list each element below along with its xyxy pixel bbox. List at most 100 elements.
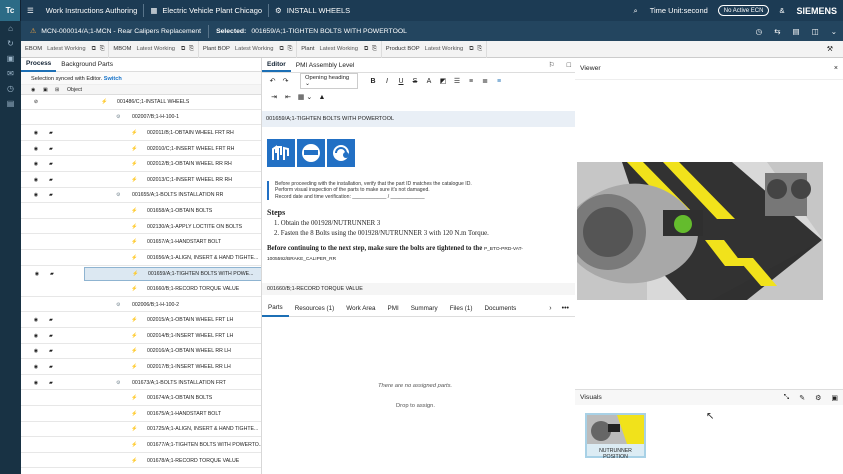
tree-row-label[interactable]: 001656/A;1-ALIGN, INSERT & HAND TIGHTE..… [147, 255, 258, 261]
tree-row[interactable]: ◉ ▰ ⚡ 002011/B;1-OBTAIN WHEEL FRT RH [21, 126, 261, 141]
step-1[interactable]: 1. Obtain the 001928/NUTRUNNER 3 [274, 220, 575, 227]
switch-link[interactable]: Switch [104, 76, 122, 82]
tree-row-label[interactable]: 001674/A;1-OBTAIN BOLTS [147, 395, 212, 401]
station-breadcrumb[interactable]: ⚙ INSTALL WHEELS [269, 0, 356, 21]
bom-chip-4[interactable]: Product BOP Latest Working ⧉ ⎘ [382, 40, 487, 58]
font-color-icon[interactable]: A [422, 78, 436, 85]
tool-icon[interactable]: ⚒ [827, 45, 833, 53]
bom-chip-1[interactable]: MBOM Latest Working ⧉ ⎘ [109, 40, 199, 58]
heading-select[interactable]: Opening heading ⌄ [300, 73, 358, 89]
copy-icon[interactable]: ⧉ [92, 46, 96, 53]
bom-chip-2[interactable]: Plant BOP Latest Working ⧉ ⎘ [199, 40, 298, 58]
save-visual-icon[interactable]: ▣ [831, 394, 838, 402]
tab-editor[interactable]: Editor [262, 58, 291, 72]
next-tab-icon[interactable]: › [549, 305, 551, 312]
app-title[interactable]: Work Instructions Authoring [40, 0, 144, 21]
tree-row[interactable]: ◉ ▰ ⚡ 002015/A;1-OBTAIN WHEEL FRT LH [21, 313, 261, 328]
time-unit[interactable]: Time Unit:second [644, 0, 714, 21]
chat-icon[interactable]: ◫ [806, 21, 825, 42]
flag-icon[interactable]: ▰ [46, 333, 56, 339]
tab-documents[interactable]: Documents [478, 301, 522, 317]
document-icon[interactable]: ▤ [0, 96, 21, 111]
tree-row-label[interactable]: 002012/B;1-OBTAIN WHEEL RR RH [147, 161, 232, 167]
more-icon[interactable]: ••• [562, 305, 569, 312]
folder-icon[interactable]: ▣ [0, 51, 21, 66]
bom-chip-3[interactable]: Plant Latest Working ⧉ ⎘ [297, 40, 382, 58]
tree-row-label[interactable]: 001659/A;1-TIGHTEN BOLTS WITH POWE... [148, 271, 253, 277]
flag-icon[interactable]: ▰ [46, 130, 56, 136]
undo-icon[interactable]: ↶ [266, 77, 279, 85]
flag-icon[interactable]: ▰ [46, 317, 56, 323]
continue-text[interactable]: Before continuing to the next step, make… [267, 244, 575, 264]
tree-row[interactable]: ◉ ▰ ⚡ 002010/C;1-INSERT WHEEL FRT RH [21, 142, 261, 157]
indent-icon[interactable]: ⇥ [267, 93, 281, 101]
dropdown-icon[interactable]: ⌄ [825, 21, 843, 42]
tree-row[interactable]: ⚡ 001660/B;1-RECORD TORQUE VALUE [21, 282, 261, 297]
history-icon[interactable]: ◷ [0, 81, 21, 96]
flag-icon[interactable]: ▰ [47, 271, 57, 277]
tree-row-label[interactable]: 001486/C;1-INSTALL WHEELS [117, 99, 189, 105]
object-column[interactable]: Object [67, 87, 82, 93]
tree-row-label[interactable]: 002010/C;1-INSERT WHEEL FRT RH [147, 146, 234, 152]
copy-icon[interactable]: ⧉ [181, 46, 185, 53]
tree-row-label[interactable]: 002006/B;1-H-100-2 [132, 302, 179, 308]
redo-icon[interactable]: ↷ [279, 77, 292, 85]
plant-breadcrumb[interactable]: ▦ Electric Vehicle Plant Chicago [144, 0, 268, 21]
selected-item[interactable]: 001659/A;1-TIGHTEN BOLTS WITH POWERTOOL [251, 28, 407, 35]
tab-background-parts[interactable]: Background Parts [56, 58, 118, 72]
tree-row[interactable]: ⚡ 001678/A;1-RECORD TORQUE VALUE [21, 454, 261, 469]
mcn-label[interactable]: MCN-000014/A;1-MCN - Rear Calipers Repla… [41, 28, 201, 35]
visibility-icon[interactable]: ◉ [31, 317, 41, 323]
tree-row[interactable]: ⚡ 001657/A;1-HANDSTART BOLT [21, 235, 261, 250]
flag-icon[interactable]: ▰ [46, 161, 56, 167]
tree-row[interactable]: ⚡ 001658/A;1-OBTAIN BOLTS [21, 204, 261, 219]
tab-pmi[interactable]: PMI [382, 301, 405, 317]
tab-resources[interactable]: Resources (1) [289, 301, 341, 317]
copy-icon[interactable]: ⧉ [364, 46, 368, 53]
tree-row[interactable]: ⚡ 001656/A;1-ALIGN, INSERT & HAND TIGHTE.… [21, 251, 261, 266]
assign-icon[interactable]: ⇆ [768, 21, 786, 42]
edit-icon[interactable]: ✎ [799, 394, 805, 402]
tree-row-label[interactable]: 001677/A;1-TIGHTEN BOLTS WITH POWERTO... [147, 442, 261, 448]
outdent-icon[interactable]: ⇤ [281, 93, 295, 101]
tree-row-label[interactable]: 002017/B;1-INSERT WHEEL RR LH [147, 364, 231, 370]
link-icon[interactable]: ⎘ [477, 46, 482, 53]
tree-row[interactable]: ⚡ 001675/A;1-HANDSTART BOLT [21, 407, 261, 422]
visibility-icon[interactable]: ◉ [31, 192, 41, 198]
app-menu-icon[interactable]: ☰ [21, 0, 40, 21]
ecn-pill[interactable]: No Active ECN [717, 5, 770, 16]
tree-row[interactable]: ⚙ 002006/B;1-H-100-2 [21, 298, 261, 313]
align-center-icon[interactable]: ≡ [492, 78, 506, 85]
table-icon[interactable]: ▦ ⌄ [295, 93, 315, 101]
tree-row-label[interactable]: 001655/A;1-BOLTS INSTALLATION RR [132, 192, 223, 198]
step-2[interactable]: 2. Fasten the 8 Bolts using the 001928/N… [274, 230, 575, 237]
bom-chip-0[interactable]: EBOM Latest Working ⧉ ⎘ [21, 40, 110, 58]
tree-row-label[interactable]: 001725/A;1-ALIGN, INSERT & HAND TIGHTE..… [147, 426, 258, 432]
tree-row[interactable]: ◉ ▰ ⚙ 001673/A;1-BOLTS INSTALLATION FRT [21, 376, 261, 391]
tab-process[interactable]: Process [21, 58, 57, 72]
visibility-icon[interactable]: ◉ [31, 348, 41, 354]
visibility-icon[interactable]: ◉ [32, 271, 42, 277]
bold-button[interactable]: B [366, 78, 380, 85]
flag-icon[interactable]: ▰ [46, 348, 56, 354]
tree-row[interactable]: ⚡ 001674/A;1-OBTAIN BOLTS [21, 391, 261, 406]
expand-editor-icon[interactable]: □ [567, 62, 571, 69]
link-icon[interactable]: ⎘ [100, 46, 105, 53]
tree-row-label[interactable]: 001678/A;1-RECORD TORQUE VALUE [147, 458, 239, 464]
tree-row-label[interactable]: 001673/A;1-BOLTS INSTALLATION FRT [132, 380, 226, 386]
tree-row-label[interactable]: 002013/C;1-INSERT WHEEL RR RH [147, 177, 232, 183]
tree-row-label[interactable]: 002016/A;1-OBTAIN WHEEL RR LH [147, 348, 231, 354]
3d-viewport[interactable] [577, 162, 823, 300]
header-flag-icon[interactable]: ▣ [43, 87, 55, 93]
tree-row-label[interactable]: 001675/A;1-HANDSTART BOLT [147, 411, 221, 417]
number-list-icon[interactable]: ≡ [464, 78, 478, 85]
align-left-icon[interactable]: ≣ [478, 77, 492, 85]
copy-icon[interactable]: ⧉ [279, 46, 283, 53]
pin-icon[interactable]: ⚐ [548, 61, 554, 69]
tree-row-label[interactable]: 002014/B;1-INSERT WHEEL FRT LH [147, 333, 233, 339]
home-icon[interactable]: ⌂ [0, 21, 21, 36]
flag-icon[interactable]: ▰ [46, 364, 56, 370]
tree-row[interactable]: ◉ ▰ ⚡ 002014/B;1-INSERT WHEEL FRT LH [21, 329, 261, 344]
tree-row-label[interactable]: 002011/B;1-OBTAIN WHEEL FRT RH [147, 130, 234, 136]
tree-row[interactable]: ⚡ 001677/A;1-TIGHTEN BOLTS WITH POWERTO..… [21, 438, 261, 453]
